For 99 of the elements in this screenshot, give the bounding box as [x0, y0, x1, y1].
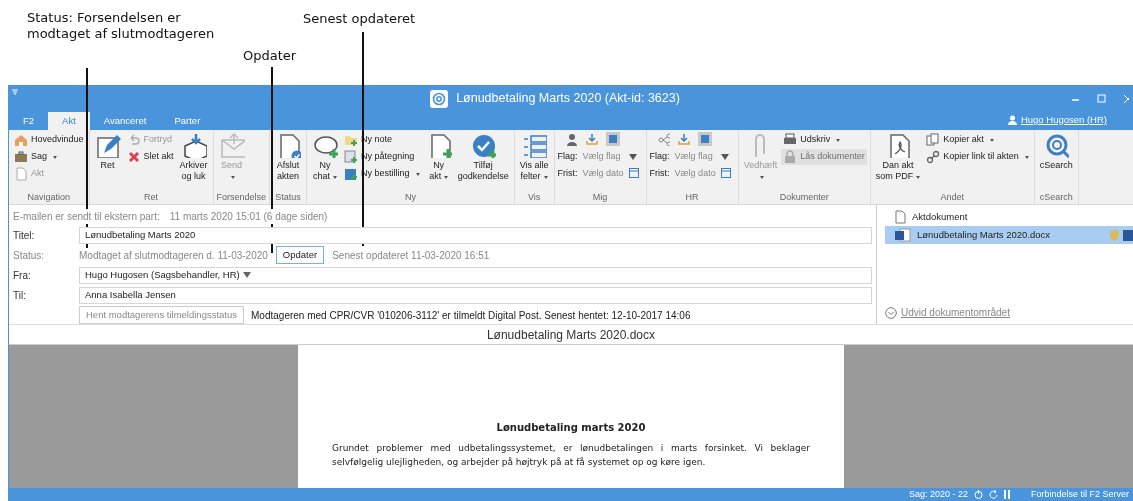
- refresh-icon: [988, 490, 998, 499]
- group-label: HR: [684, 191, 700, 204]
- calendar-icon: [628, 168, 639, 179]
- group-label: Vis: [526, 191, 542, 204]
- delete-icon: [126, 150, 141, 164]
- pause-icon: [1003, 490, 1011, 499]
- group-label: Navigation: [26, 191, 72, 204]
- document-item[interactable]: Aktdokument: [885, 208, 1133, 226]
- group-label: Forsendelse: [216, 191, 267, 204]
- ribbon-button[interactable]: Slet akt: [124, 149, 176, 165]
- info-label: E-mailen er sendt til ekstern part:: [13, 209, 160, 224]
- color-square-icon: [697, 132, 712, 146]
- case-number: Sag: 2020 - 22: [908, 487, 968, 501]
- power-icon: [973, 490, 983, 499]
- copy-icon: [926, 133, 941, 147]
- caret-icon: [759, 176, 764, 179]
- window-title: Lønudbetaling Marts 2020 (Akt-id: 3623): [456, 90, 680, 108]
- group-label: cSearch: [1038, 191, 1074, 204]
- document-heading: Lønudbetaling marts 2020: [495, 421, 647, 435]
- ribbon-button[interactable]: Udskriv: [781, 132, 867, 148]
- filter-icon: [11, 88, 19, 96]
- group-label: Dokumenter: [778, 191, 830, 204]
- ribbon-button[interactable]: Sag: [12, 149, 86, 165]
- pencil-icon: [94, 132, 121, 158]
- fetch-status-button[interactable]: Hent modtagerens tilmeldingsstatus: [79, 305, 245, 325]
- group-label: Ny: [403, 191, 417, 204]
- group-label: Andet: [939, 191, 965, 204]
- color-square-icon: [605, 132, 620, 146]
- link-icon: [926, 150, 941, 164]
- field-label: Flag:: [557, 150, 578, 163]
- update-button[interactable]: Opdater: [275, 245, 325, 265]
- group-label: Mig: [591, 191, 609, 204]
- ribbon-tab[interactable]: Akt: [48, 112, 90, 130]
- calendar-add-icon: [344, 167, 359, 181]
- lock-icon: [783, 150, 798, 164]
- text-field[interactable]: Anna Isabella Jensen: [79, 286, 872, 304]
- ribbon-button[interactable]: Kopier akt: [924, 132, 1031, 148]
- house-icon: [14, 133, 28, 147]
- ribbon-button[interactable]: Ret: [92, 132, 123, 171]
- nodes-icon: [657, 132, 670, 146]
- maximize-icon: [1097, 93, 1107, 104]
- caret-icon: [415, 172, 420, 176]
- caret-icon: [1024, 155, 1029, 159]
- status-text: Modtaget af slutmodtageren d. 11-03-2020: [79, 247, 268, 263]
- caret-icon: [444, 176, 449, 179]
- group-label: Status: [274, 191, 302, 204]
- caret-icon: [989, 138, 994, 142]
- paperclip-icon: [754, 132, 767, 158]
- ribbon-button[interactable]: Afslut akten: [273, 132, 304, 182]
- dropdown-field[interactable]: Hugo Hugosen (Sagsbehandler, HR): [79, 266, 872, 284]
- tray-download-icon: [585, 133, 598, 145]
- ribbon-button[interactable]: Vis alle felter: [517, 132, 551, 182]
- shield-icon: [1110, 229, 1119, 241]
- folder-add-icon: [344, 133, 359, 147]
- group-label: Ret: [143, 191, 160, 204]
- caret-icon: [231, 176, 236, 179]
- ribbon-button[interactable]: cSearch: [1037, 132, 1075, 171]
- caret-icon: [53, 155, 57, 159]
- document-item[interactable]: Lønudbetaling Marts 2020.docx: [885, 226, 1133, 244]
- ribbon-button[interactable]: Dan akt som PDF: [873, 132, 923, 182]
- dropdown-icon: [242, 272, 251, 278]
- envelope-icon: [218, 132, 245, 158]
- calendar-icon: [720, 168, 731, 179]
- user-icon: [1007, 114, 1017, 125]
- dropdown-icon: [720, 153, 729, 160]
- word-icon: [1123, 229, 1133, 241]
- text-field[interactable]: Lønudbetaling Marts 2020: [79, 226, 872, 244]
- ribbon-button[interactable]: Ny chat: [310, 132, 341, 182]
- caret-icon: [543, 176, 548, 179]
- document-icon: [14, 167, 28, 181]
- field-label: Flag:: [649, 150, 670, 163]
- expand-icon: [885, 306, 897, 319]
- ribbon-button[interactable]: Ny akt: [423, 132, 454, 182]
- ribbon-button[interactable]: Tilføj godkendelse: [455, 132, 511, 182]
- dropdown-icon: [628, 153, 637, 160]
- tray-download-icon: [677, 133, 690, 145]
- document-text: Grundet problemer med udbetalingssystemet, er lønudbetalingen i marts forsinket. Vi beklager selvfølgelig ulejligheden, og arbejder på højtryk på at få systemet op og køre igen.: [332, 442, 810, 469]
- note-add-icon: [344, 150, 359, 164]
- ribbon-button[interactable]: Arkiver og luk: [177, 132, 210, 182]
- info-value: 11 marts 2020 15:01 (6 dage siden): [169, 209, 328, 224]
- caret-icon: [333, 176, 338, 179]
- ribbon-button[interactable]: Hovedvindue: [12, 132, 86, 148]
- printer-icon: [783, 133, 798, 147]
- annotation-text: Senest opdateret: [303, 11, 417, 27]
- briefcase-icon: [14, 150, 28, 164]
- expand-link[interactable]: Udvid dokumentområdet: [901, 305, 1010, 320]
- list-icon: [521, 132, 548, 158]
- caret-icon: [916, 176, 921, 179]
- caret-icon: [836, 138, 841, 142]
- ribbon-button[interactable]: Kopier link til akten: [924, 149, 1031, 165]
- person-icon: [565, 132, 578, 146]
- word-document-icon: [895, 228, 911, 242]
- approval-icon: [470, 132, 497, 158]
- annotation-text: Status: Forsendelsen er modtaget af slutmodtageren: [27, 10, 216, 42]
- connection-status: Forbindelse til F2 Server: [1030, 487, 1129, 501]
- annotation-text: Opdater: [243, 48, 298, 64]
- document-icon: [895, 210, 906, 224]
- field-label: Frist:: [557, 166, 578, 180]
- field-label: Frist:: [649, 166, 670, 180]
